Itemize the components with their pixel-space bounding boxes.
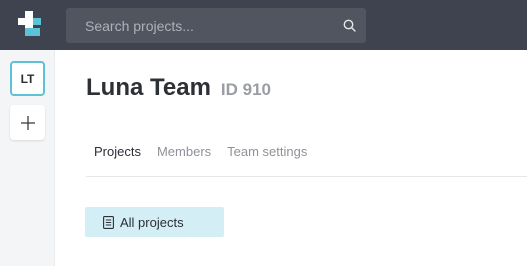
tab-team-settings[interactable]: Team settings	[219, 144, 315, 159]
all-projects-filter[interactable]: All projects	[85, 207, 224, 237]
team-id: ID 910	[220, 80, 272, 99]
top-bar	[0, 0, 527, 50]
plus-icon	[20, 115, 35, 130]
team-tabs: Projects Members Team settings	[86, 144, 315, 159]
search-bar	[66, 8, 366, 43]
search-input[interactable]	[66, 8, 342, 43]
document-icon	[103, 215, 115, 229]
filter-label: All projects	[120, 214, 184, 230]
tabs-divider	[86, 176, 527, 177]
page-title: Luna Team ID 910	[86, 74, 271, 102]
team-avatar-button[interactable]: LT	[10, 61, 45, 96]
team-sidebar: LT	[0, 50, 55, 266]
tab-projects[interactable]: Projects	[86, 144, 149, 159]
add-team-button[interactable]	[10, 105, 45, 140]
app-logo-icon[interactable]	[18, 11, 44, 39]
tab-members[interactable]: Members	[149, 144, 219, 159]
team-name: Luna Team	[86, 74, 211, 101]
search-icon[interactable]	[342, 19, 356, 33]
